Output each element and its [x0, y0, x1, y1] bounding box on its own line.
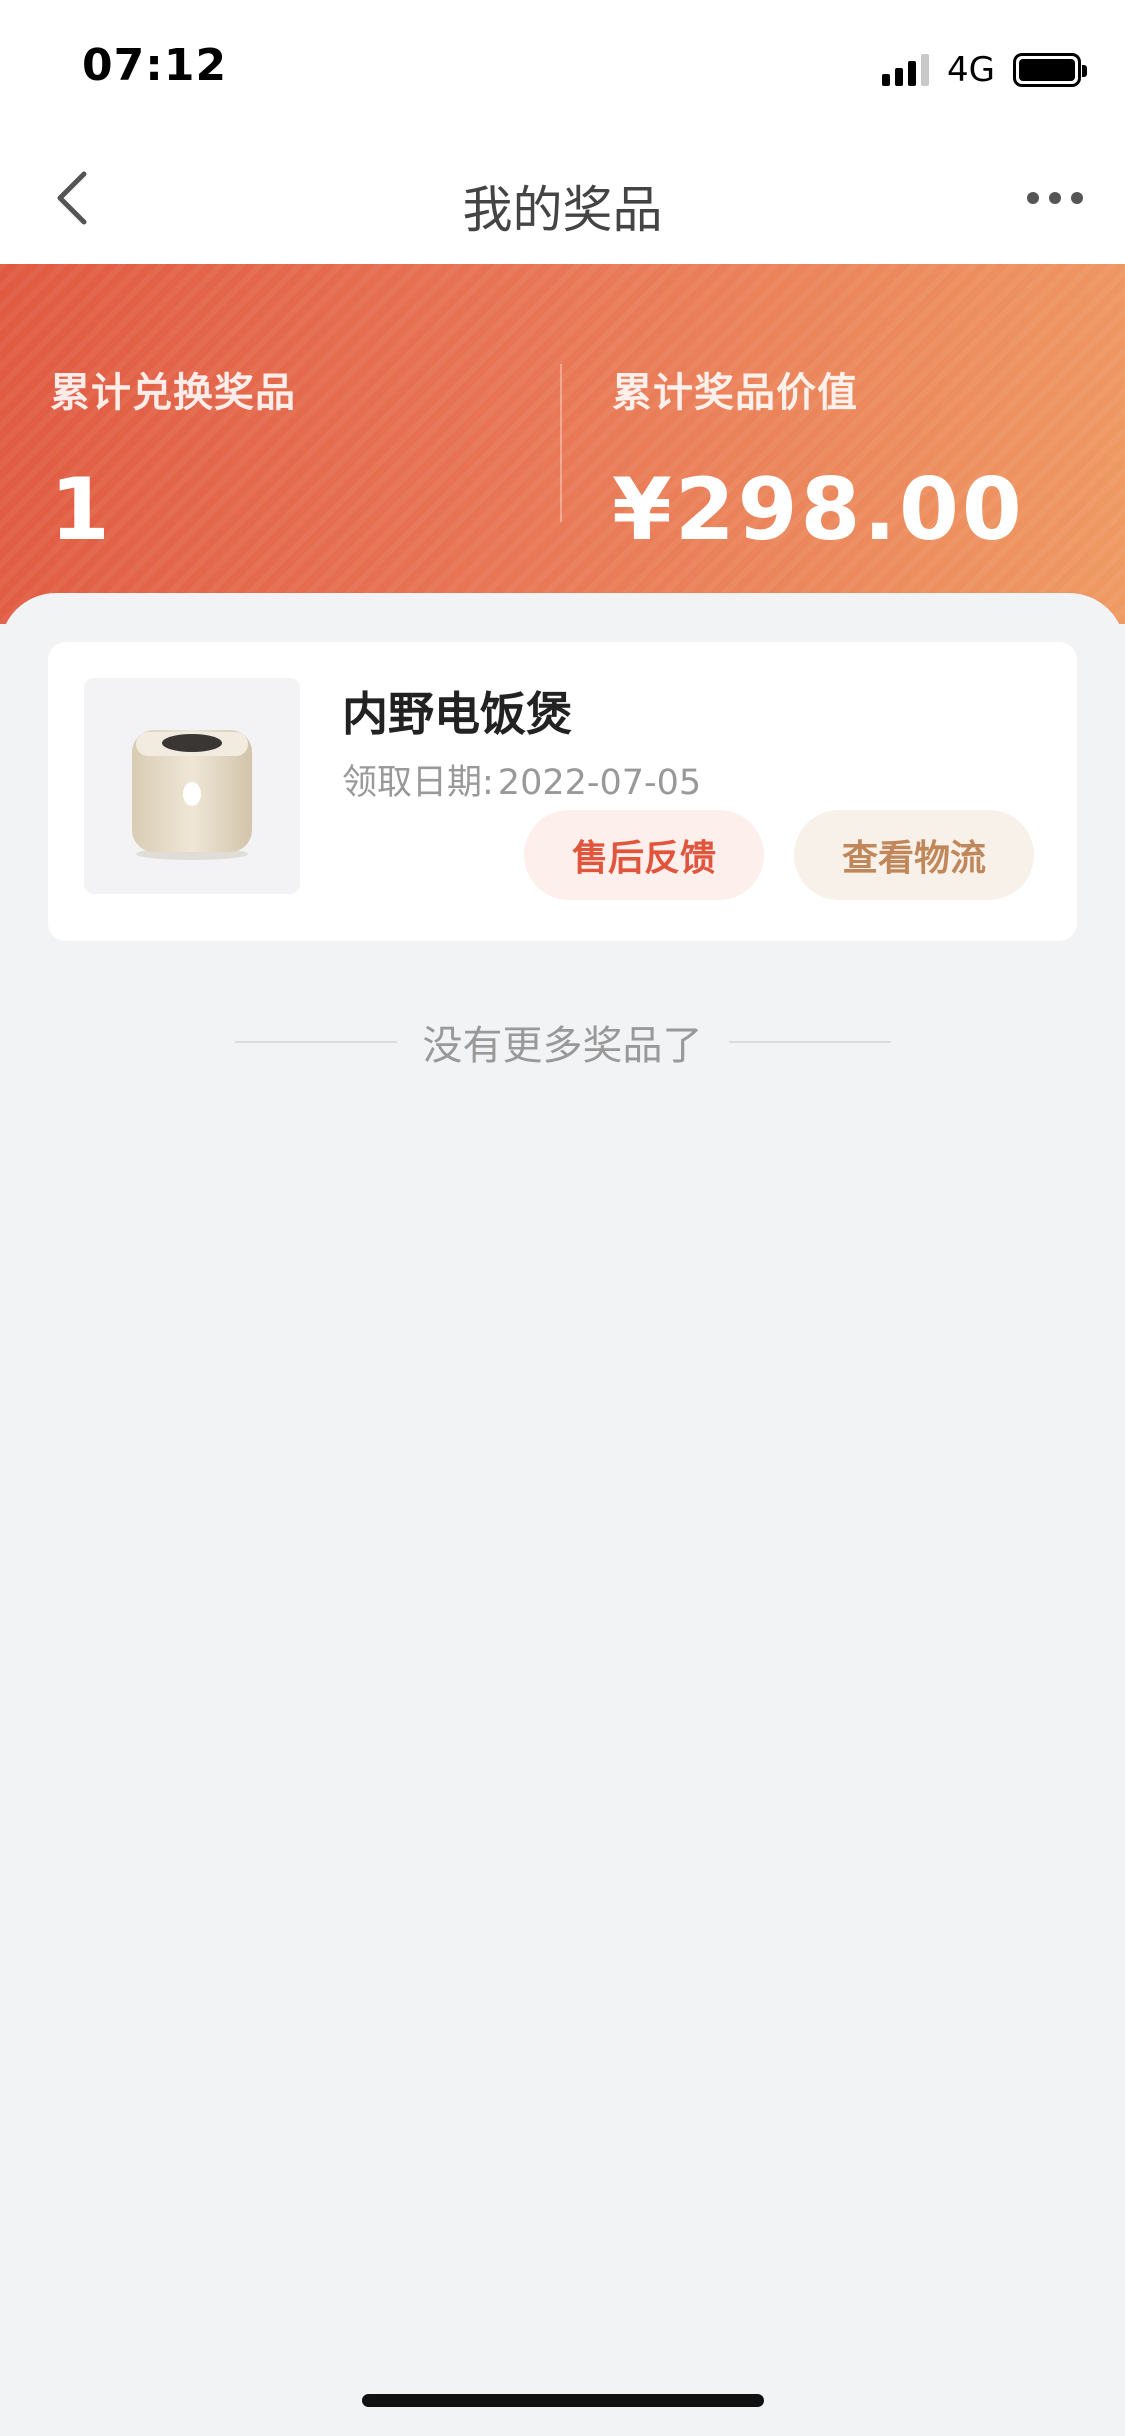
page-title: 我的奖品 — [462, 181, 663, 239]
after-sales-feedback-button[interactable]: 售后反馈 — [524, 810, 764, 900]
summary-banner: 累计兑换奖品 1 累计奖品价值 ¥298.00 — [0, 264, 1125, 624]
summary-value-amount: ¥298.00 — [612, 460, 1025, 560]
list-end-indicator: 没有更多奖品了 — [0, 1013, 1125, 1071]
home-indicator[interactable] — [362, 2394, 764, 2407]
prize-date-label: 领取日期: — [342, 763, 494, 803]
page: 07:12 4G 我的奖品 累计兑换奖品 1 累计奖品价值 ¥298.00 内野… — [0, 0, 1125, 2436]
list-end-text: 没有更多奖品了 — [422, 1023, 703, 1069]
battery-icon — [1013, 53, 1087, 87]
more-horizontal-icon — [1027, 192, 1039, 204]
summary-value-label: 累计奖品价值 — [612, 370, 858, 416]
status-bar: 07:12 4G — [0, 0, 1125, 132]
summary-divider — [560, 364, 562, 522]
divider-right — [728, 1041, 891, 1043]
divider-left — [234, 1041, 397, 1043]
prize-card[interactable]: 内野电饭煲 领取日期: 2022-07-05 售后反馈 查看物流 — [48, 642, 1077, 941]
summary-count-label: 累计兑换奖品 — [50, 370, 296, 416]
network-type: 4G — [947, 50, 995, 90]
signal-icon — [882, 54, 930, 86]
summary-count-value: 1 — [50, 460, 113, 560]
view-logistics-button[interactable]: 查看物流 — [794, 810, 1034, 900]
nav-bar: 我的奖品 — [0, 132, 1125, 264]
prize-thumbnail[interactable] — [84, 678, 300, 894]
status-icons: 4G — [882, 50, 1087, 90]
rice-cooker-image — [132, 730, 252, 860]
prize-name: 内野电饭煲 — [342, 687, 572, 741]
prize-list-sheet: 内野电饭煲 领取日期: 2022-07-05 售后反馈 查看物流 没有更多奖品了 — [0, 593, 1125, 2436]
prize-date-value: 2022-07-05 — [497, 763, 702, 803]
status-time: 07:12 — [82, 40, 228, 91]
more-button[interactable] — [1015, 168, 1095, 228]
prize-date: 领取日期: 2022-07-05 — [342, 754, 701, 805]
